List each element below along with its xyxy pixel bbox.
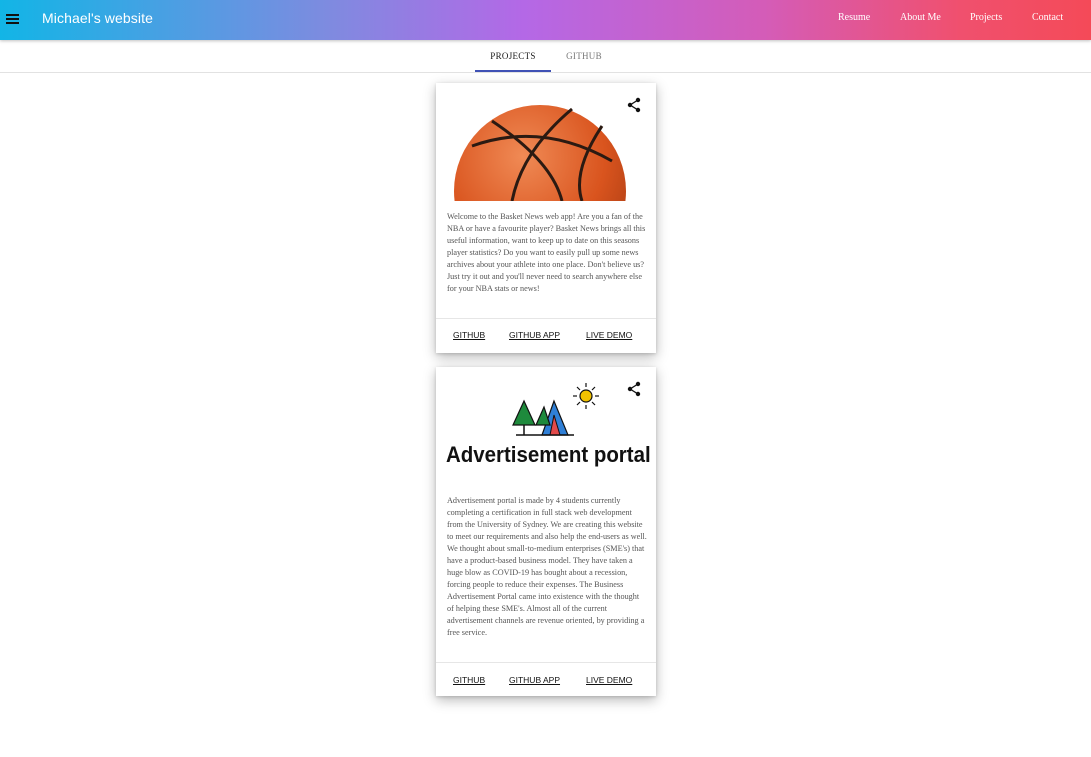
nav-about-me[interactable]: About Me <box>900 12 941 23</box>
card-divider <box>436 662 656 663</box>
github-app-link[interactable]: GITHUB APP <box>509 675 560 685</box>
advertisement-portal-logo-text: Advertisement portal <box>446 442 651 467</box>
github-app-link[interactable]: GITHUB APP <box>509 330 560 340</box>
basketball-image <box>454 105 626 201</box>
nav-projects[interactable]: Projects <box>970 12 1002 23</box>
tab-projects[interactable]: PROJECTS <box>475 40 551 72</box>
github-link[interactable]: GITHUB <box>453 330 485 340</box>
project-description: Advertisement portal is made by 4 studen… <box>447 496 647 637</box>
nav-resume[interactable]: Resume <box>838 12 870 23</box>
nav-contact[interactable]: Contact <box>1032 12 1063 23</box>
site-title[interactable]: Michael's website <box>42 10 153 26</box>
project-card-advertisement-portal: Advertisement portal Advertisement porta… <box>436 367 656 696</box>
project-card-basket-news: Welcome to the Basket News web app! Are … <box>436 83 656 353</box>
project-description: Welcome to the Basket News web app! Are … <box>447 212 646 293</box>
share-icon[interactable] <box>626 381 642 397</box>
app-bar: Michael's website Resume About Me Projec… <box>0 0 1091 40</box>
hamburger-menu-icon[interactable] <box>6 10 20 30</box>
github-link[interactable]: GITHUB <box>453 675 485 685</box>
tab-bar: PROJECTS GITHUB <box>0 40 1091 73</box>
live-demo-link[interactable]: LIVE DEMO <box>586 675 632 685</box>
campsite-logo-icon <box>512 383 599 436</box>
live-demo-link[interactable]: LIVE DEMO <box>586 330 632 340</box>
tab-github[interactable]: GITHUB <box>551 40 617 72</box>
card-divider <box>436 318 656 319</box>
active-tab-indicator <box>475 70 551 72</box>
